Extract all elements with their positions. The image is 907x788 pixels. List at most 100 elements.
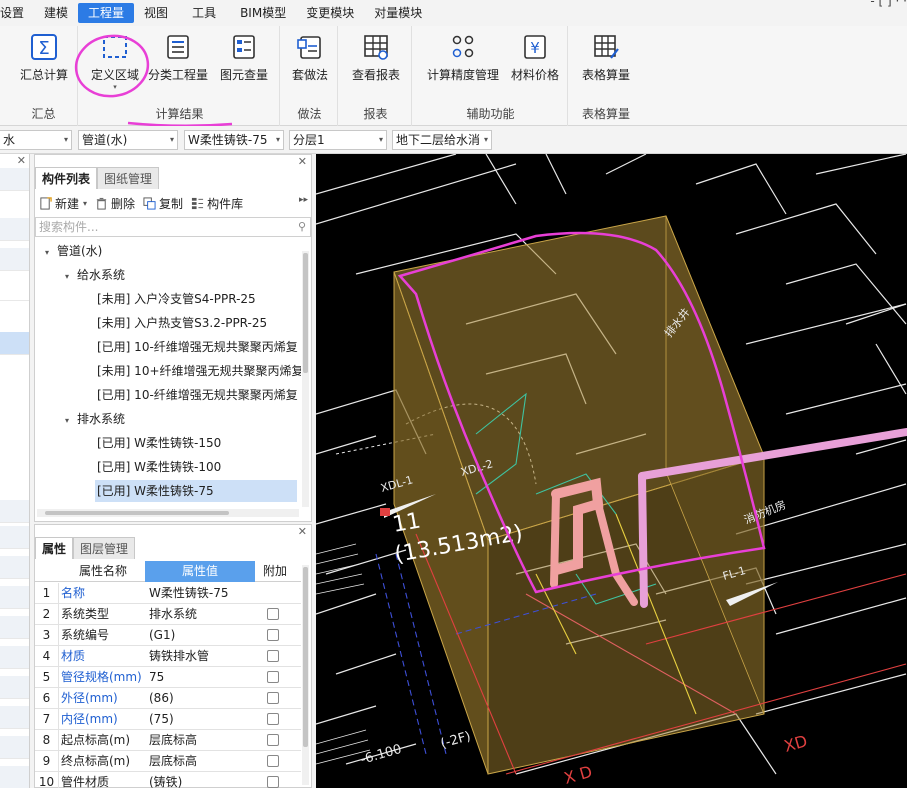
tree-node-drainage[interactable]: ▾ 排水系统 [65,408,125,430]
table-row[interactable]: 4 材质 铸铁排水管 [35,646,301,667]
nav-row[interactable] [0,556,29,579]
scrollbar-thumb[interactable] [303,253,308,373]
props-vertical-scrollbar[interactable] [302,565,309,785]
menu-bim-model[interactable]: BIM模型 [230,3,296,23]
list-item[interactable]: [未用] 10+纤维增强无规共聚聚丙烯复 [97,360,301,382]
prop-value[interactable]: 排水系统 [149,604,197,625]
scrollbar-thumb[interactable] [303,567,308,747]
nav-row[interactable] [0,646,29,669]
component-select[interactable]: W柔性铸铁-75 ▾ [184,130,284,150]
table-row[interactable]: 5 管径规格(mm) 75 [35,667,301,688]
attach-checkbox[interactable] [267,755,279,767]
drawing-select[interactable]: 地下二层给水消 ▾ [392,130,492,150]
expand-toggle-icon[interactable]: ▾ [65,410,77,432]
nav-row[interactable] [0,526,29,549]
component-list-panel: ✕ 构件列表 图纸管理 新建 ▾ 删除 复制 构件库 ▸▸ 搜索构件... ⚲ … [34,154,312,522]
table-row[interactable]: 8 起点标高(m) 层底标高 [35,730,301,751]
table-row[interactable]: 3 系统编号 (G1) [35,625,301,646]
delete-label: 删除 [111,196,136,211]
prop-value[interactable]: (86) [149,688,174,709]
prop-value[interactable]: 层底标高 [149,751,197,772]
tree-node-pipe-water[interactable]: ▾ 管道(水) [45,240,102,262]
nav-row[interactable] [0,218,29,241]
table-row[interactable]: 2 系统类型 排水系统 [35,604,301,625]
table-row[interactable]: 9 终点标高(m) 层底标高 [35,751,301,772]
tab-layer-management[interactable]: 图层管理 [73,537,136,559]
nav-row[interactable] [0,766,29,788]
component-library-button[interactable]: 构件库 [191,195,243,212]
expand-toggle-icon[interactable]: ▾ [45,242,57,264]
attach-checkbox[interactable] [267,776,279,788]
menu-settings[interactable]: 设置 [0,3,34,23]
attach-checkbox[interactable] [267,650,279,662]
list-item[interactable]: [未用] 入户冷支管S4-PPR-25 [97,288,256,310]
layer-select[interactable]: 分层1 ▾ [289,130,387,150]
prop-value[interactable]: 铸铁排水管 [149,646,209,667]
nav-row[interactable] [0,586,29,609]
list-item[interactable]: [已用] 10-纤维增强无规共聚聚丙烯复 [97,336,298,358]
discipline-select[interactable]: 水 ▾ [0,130,72,150]
list-item[interactable]: [未用] 入户热支管S3.2-PPR-25 [97,312,267,334]
new-component-button[interactable]: 新建 ▾ [39,195,87,212]
attach-checkbox[interactable] [267,734,279,746]
region-block[interactable] [393,215,765,775]
table-row[interactable]: 7 内径(mm) (75) [35,709,301,730]
prop-value[interactable]: 75 [149,667,164,688]
ribbon: Σ 汇总计算 汇总 定义区域 ▾ 分类工程量 图元查量 计算结果 套做法 做法 … [0,26,907,126]
attach-checkbox[interactable] [267,608,279,620]
table-row[interactable]: 6 外径(mm) (86) [35,688,301,709]
nav-row[interactable] [0,248,29,271]
menu-quantity[interactable]: 工程量 [78,3,135,23]
nav-row[interactable] [0,706,29,729]
attach-checkbox[interactable] [267,692,279,704]
tree-vertical-scrollbar[interactable] [302,251,309,507]
prop-value[interactable]: (G1) [149,625,175,646]
more-icon[interactable]: ▸▸ [299,195,308,205]
tree-node-label: [已用] W柔性铸铁-75 [97,484,214,498]
attach-checkbox[interactable] [267,671,279,683]
tab-drawing-management[interactable]: 图纸管理 [97,167,160,189]
nav-row[interactable] [0,676,29,699]
copy-component-button[interactable]: 复制 [143,195,183,212]
tab-component-list[interactable]: 构件列表 [35,167,98,189]
tree-horizontal-scrollbar[interactable] [37,509,299,517]
menu-change-module[interactable]: 变更模块 [296,3,364,23]
prop-value[interactable]: (75) [149,709,174,730]
list-item[interactable]: [已用] W柔性铸铁-150 [97,432,221,454]
menu-modeling[interactable]: 建模 [34,3,78,23]
table-row[interactable]: 1 名称 W柔性铸铁-75 [35,583,301,604]
menu-reconcile-module[interactable]: 对量模块 [364,3,432,23]
nav-row[interactable] [0,736,29,759]
tree-node-water-supply[interactable]: ▾ 给水系统 [65,264,125,286]
expand-toggle-icon[interactable]: ▾ [65,266,77,288]
nav-row[interactable] [0,500,29,523]
row-num: 4 [35,646,59,667]
attach-checkbox[interactable] [267,713,279,725]
menu-view[interactable]: 视图 [134,3,178,23]
list-item-selected[interactable]: [已用] W柔性铸铁-75 [95,480,297,502]
menu-tools[interactable]: 工具 [182,3,226,23]
scrollbar-thumb[interactable] [45,511,229,515]
search-icon[interactable]: ⚲ [298,218,306,236]
close-icon[interactable]: ✕ [298,155,307,168]
nav-row[interactable] [0,168,29,191]
table-row[interactable]: 10 管件材质 (铸铁) [35,772,301,788]
nav-row[interactable] [0,278,29,301]
list-item[interactable]: [已用] W柔性铸铁-100 [97,456,221,478]
prop-value[interactable]: (铸铁) [149,772,182,788]
cad-text: -6.100 [359,742,403,768]
list-item[interactable]: [已用] 10-纤维增强无规共聚聚丙烯复 [97,384,298,406]
prop-value[interactable]: W柔性铸铁-75 [149,583,228,604]
attach-checkbox[interactable] [267,629,279,641]
component-search-input[interactable]: 搜索构件... ⚲ [35,217,311,237]
close-icon[interactable]: ✕ [298,525,307,538]
component-type-select[interactable]: 管道(水) ▾ [78,130,178,150]
prop-value[interactable]: 层底标高 [149,730,197,751]
delete-component-button[interactable]: 删除 [95,195,135,212]
3d-viewport[interactable]: 排水井 XDL-1 XDL-2 消防机房 FL-1 -6.100 (-2F) X… [316,154,907,788]
nav-row[interactable] [0,616,29,639]
close-icon[interactable]: ✕ [17,154,26,167]
tab-properties[interactable]: 属性 [35,537,74,559]
nav-row-selected[interactable] [0,332,29,355]
menu-bar: 设置 建模 工程量 视图 工具 BIM模型 变更模块 对量模块 - [ ] · … [0,0,907,26]
